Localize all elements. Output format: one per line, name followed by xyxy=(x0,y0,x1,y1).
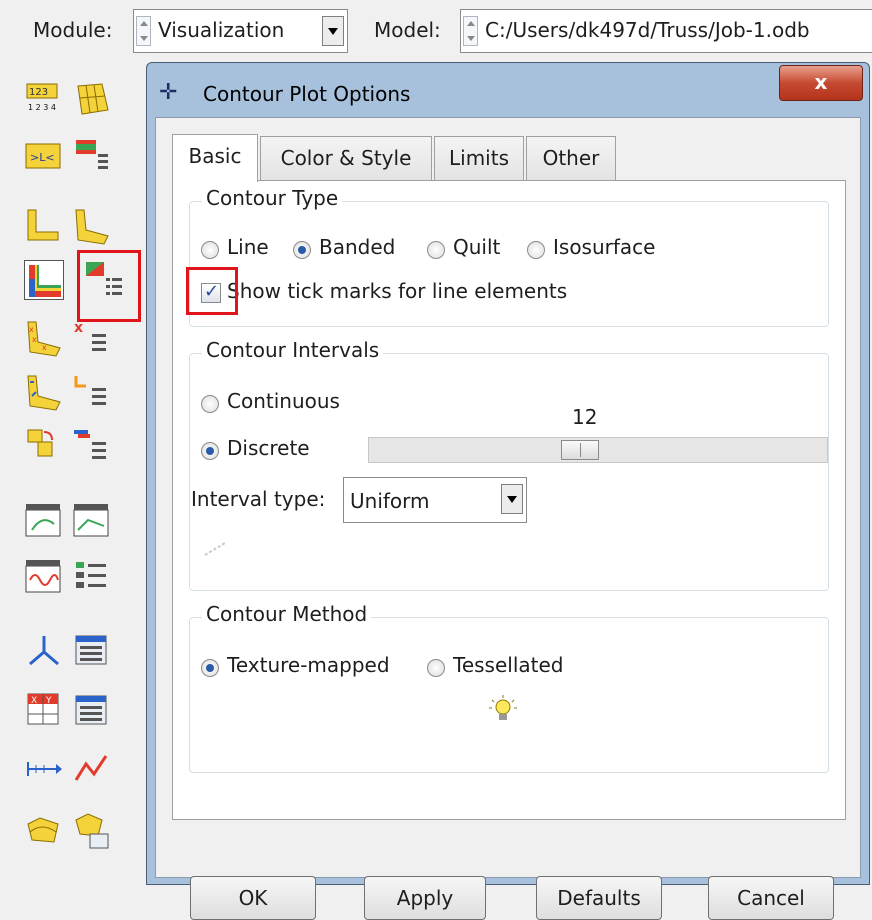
slider-value: 12 xyxy=(572,405,598,429)
svg-text:x: x xyxy=(32,335,37,344)
radio-quilt[interactable] xyxy=(427,241,445,259)
model-value: C:/Users/dk497d/Truss/Job-1.odb xyxy=(485,18,810,42)
defaults-button[interactable]: Defaults xyxy=(536,876,662,920)
tick-marks-highlight xyxy=(186,267,238,315)
svg-text:x: x xyxy=(29,325,34,334)
plot-undeformed-icon[interactable] xyxy=(24,206,64,246)
module-select[interactable]: Visualization xyxy=(133,9,348,53)
superimpose-options-icon[interactable] xyxy=(72,426,112,466)
slider-thumb[interactable] xyxy=(561,440,599,460)
interval-type-value: Uniform xyxy=(350,489,430,513)
material-orientation-options-icon[interactable] xyxy=(72,372,112,412)
contour-plot-options-dialog: ✛ Contour Plot Options x Basic Color & S… xyxy=(146,62,870,920)
symbol-options-icon[interactable]: x xyxy=(72,318,112,358)
tab-basic[interactable]: Basic xyxy=(172,134,258,182)
tab-color-style[interactable]: Color & Style xyxy=(260,136,432,180)
view-cut-icon[interactable] xyxy=(24,630,64,670)
render-style-icon[interactable]: >L< xyxy=(24,136,64,176)
svg-text:>L<: >L< xyxy=(30,151,55,164)
radio-banded-label: Banded xyxy=(319,235,396,259)
radio-quilt-label: Quilt xyxy=(453,235,501,259)
radio-isosurface-label: Isosurface xyxy=(553,235,656,259)
module-spin-icon[interactable] xyxy=(136,16,151,46)
tab-limits[interactable]: Limits xyxy=(434,136,524,180)
tab-other[interactable]: Other xyxy=(526,136,616,180)
model-label: Model: xyxy=(374,18,441,42)
contour-options-highlight xyxy=(77,250,141,322)
radio-line-label: Line xyxy=(227,235,269,259)
plot-contours-icon[interactable] xyxy=(24,260,64,300)
lightbulb-icon[interactable] xyxy=(489,695,517,725)
animate-time-history-icon[interactable] xyxy=(72,500,112,540)
module-value: Visualization xyxy=(158,18,285,42)
radio-discrete-label: Discrete xyxy=(227,436,310,460)
cancel-button[interactable]: Cancel xyxy=(708,876,834,920)
interval-type-dropdown-icon[interactable] xyxy=(501,484,523,514)
radio-texture-mapped[interactable] xyxy=(201,659,219,677)
radio-tessellated-label: Tessellated xyxy=(453,653,564,677)
toolbox: 123 1 2 3 4 >L< xxx x X Y xyxy=(14,70,146,885)
plot-material-orientations-icon[interactable] xyxy=(24,372,64,412)
xy-data-manager-icon[interactable] xyxy=(72,690,112,730)
radio-continuous[interactable] xyxy=(201,395,219,413)
xy-plot-icon[interactable] xyxy=(72,748,112,788)
radio-line[interactable] xyxy=(201,241,219,259)
svg-text:1 2 3 4: 1 2 3 4 xyxy=(28,103,56,112)
dialog-client-area: Basic Color & Style Limits Other Contour… xyxy=(155,117,861,920)
contour-type-group: Contour Type xyxy=(189,186,829,327)
create-xy-data-icon[interactable]: XY xyxy=(24,690,64,730)
close-icon: x xyxy=(814,70,828,94)
contour-intervals-title: Contour Intervals xyxy=(202,338,384,362)
dialog-title: Contour Plot Options xyxy=(203,82,411,106)
dialog-app-icon: ✛ xyxy=(159,80,178,105)
numbered-grid-icon[interactable] xyxy=(72,80,112,120)
svg-text:x: x xyxy=(42,343,47,352)
radio-continuous-label: Continuous xyxy=(227,389,340,413)
interval-type-select[interactable]: Uniform xyxy=(343,477,527,523)
interval-type-label: Interval type: xyxy=(191,487,326,511)
radio-banded[interactable] xyxy=(293,241,311,259)
radio-discrete[interactable] xyxy=(201,442,219,460)
radio-tessellated[interactable] xyxy=(427,659,445,677)
common-options-icon[interactable] xyxy=(72,136,112,176)
view-cut-manager-icon[interactable] xyxy=(72,630,112,670)
apply-button[interactable]: Apply xyxy=(364,876,486,920)
disabled-pencil-icon xyxy=(204,542,226,556)
animate-scale-factor-icon[interactable] xyxy=(24,500,64,540)
svg-text:123: 123 xyxy=(29,87,48,98)
svg-text:x: x xyxy=(74,320,83,336)
tick-marks-label: Show tick marks for line elements xyxy=(227,279,568,303)
stream-plot-icon[interactable] xyxy=(24,810,64,850)
module-toolbar: Module: Visualization Model: C:/Users/dk… xyxy=(0,0,872,62)
radio-texture-mapped-label: Texture-mapped xyxy=(227,653,390,677)
radio-isosurface[interactable] xyxy=(527,241,545,259)
numbered-labels-icon[interactable]: 123 1 2 3 4 xyxy=(24,80,64,120)
ok-button[interactable]: OK xyxy=(190,876,316,920)
svg-text:X: X xyxy=(31,696,37,706)
close-button[interactable]: x xyxy=(779,65,863,101)
plot-symbols-icon[interactable]: xxx xyxy=(24,318,64,358)
stream-manager-icon[interactable] xyxy=(72,810,112,850)
contour-method-title: Contour Method xyxy=(202,602,372,626)
model-select[interactable]: C:/Users/dk497d/Truss/Job-1.odb xyxy=(460,9,872,53)
tab-panel-basic: Contour Type Line Banded Quilt Isosurfac… xyxy=(172,180,846,820)
model-spin-icon[interactable] xyxy=(463,16,478,46)
animation-options-icon[interactable] xyxy=(72,556,112,596)
intervals-slider[interactable] xyxy=(368,437,828,463)
animate-harmonic-icon[interactable] xyxy=(24,556,64,596)
contour-type-title: Contour Type xyxy=(202,186,343,210)
module-label: Module: xyxy=(33,18,113,42)
create-path-icon[interactable] xyxy=(24,748,64,788)
module-dropdown-icon[interactable] xyxy=(322,16,344,46)
plot-deformed-icon[interactable] xyxy=(72,206,112,246)
svg-text:Y: Y xyxy=(45,696,52,706)
dialog-titlebar[interactable]: ✛ Contour Plot Options x xyxy=(147,63,869,117)
multiple-plot-states-icon[interactable] xyxy=(24,426,64,466)
